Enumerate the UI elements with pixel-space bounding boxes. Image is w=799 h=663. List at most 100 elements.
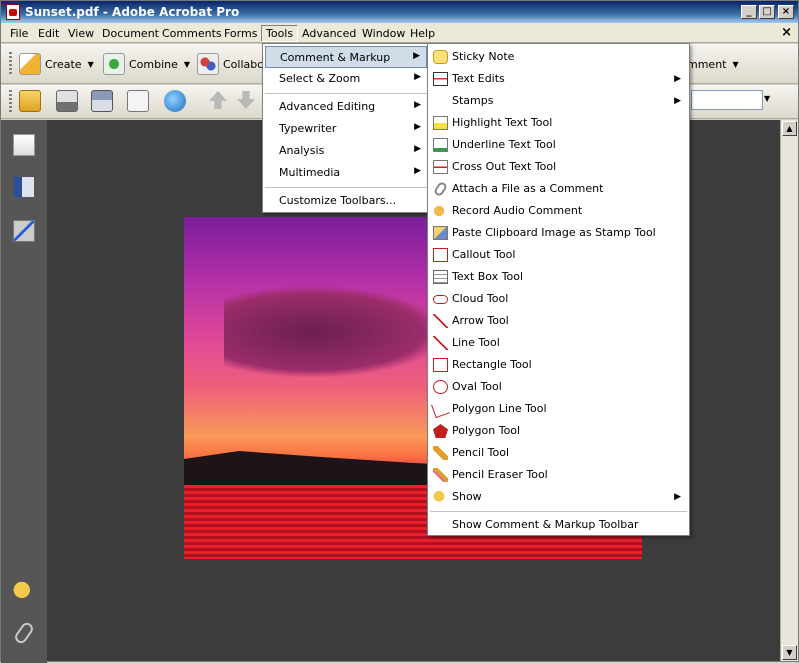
submenu-pencil-eraser[interactable]: Pencil Eraser Tool: [430, 464, 687, 486]
attachments-paperclip-icon[interactable]: [12, 620, 36, 646]
tools-menu-item-label: Analysis: [279, 144, 325, 157]
tools-menu-comment-markup[interactable]: Comment & Markup ▶: [265, 46, 427, 68]
print-icon[interactable]: [56, 90, 78, 112]
scroll-up-icon[interactable]: ▲: [782, 121, 797, 136]
chevron-right-icon: ▶: [414, 144, 421, 154]
close-document-icon[interactable]: ×: [781, 25, 792, 40]
submenu-show[interactable]: Show ▶: [430, 486, 687, 508]
submenu-line[interactable]: Line Tool: [430, 332, 687, 354]
submenu-text-box[interactable]: Text Box Tool: [430, 266, 687, 288]
find-input[interactable]: [691, 90, 763, 110]
next-page-icon[interactable]: [237, 91, 255, 109]
submenu-rectangle[interactable]: Rectangle Tool: [430, 354, 687, 376]
menu-tools[interactable]: Tools: [261, 25, 299, 42]
submenu-paste-stamp[interactable]: Paste Clipboard Image as Stamp Tool: [430, 222, 687, 244]
submenu-record-audio[interactable]: Record Audio Comment: [430, 200, 687, 222]
submenu-item-label: Paste Clipboard Image as Stamp Tool: [452, 226, 656, 239]
menu-view[interactable]: View: [63, 25, 99, 42]
submenu-cross-out-text[interactable]: Cross Out Text Tool: [430, 156, 687, 178]
oval-icon: [433, 380, 448, 394]
chevron-down-icon: ▼: [87, 59, 94, 69]
submenu-item-label: Polygon Tool: [452, 424, 521, 437]
tools-menu-multimedia[interactable]: Multimedia ▶: [265, 162, 427, 184]
submenu-callout[interactable]: Callout Tool: [430, 244, 687, 266]
web-globe-icon[interactable]: [164, 90, 186, 112]
cloud-shape: [224, 287, 444, 377]
previous-page-icon[interactable]: [209, 91, 227, 109]
submenu-item-label: Underline Text Tool: [452, 138, 556, 151]
submenu-cloud[interactable]: Cloud Tool: [430, 288, 687, 310]
create-button[interactable]: Create ▼: [19, 52, 94, 76]
submenu-polygon[interactable]: Polygon Tool: [430, 420, 687, 442]
chevron-right-icon: ▶: [414, 72, 421, 82]
menu-file[interactable]: File: [5, 25, 33, 42]
menu-document[interactable]: Document: [97, 25, 164, 42]
submenu-item-label: Cloud Tool: [452, 292, 509, 305]
open-folder-icon[interactable]: [19, 90, 41, 112]
comments-panel-icon[interactable]: [13, 580, 35, 602]
close-button[interactable]: ×: [778, 5, 794, 19]
submenu-item-label: Cross Out Text Tool: [452, 160, 557, 173]
comment-markup-submenu: Sticky Note Text Edits ▶ Stamps ▶ Highli…: [427, 43, 690, 536]
menu-edit[interactable]: Edit: [33, 25, 64, 42]
menu-forms[interactable]: Forms: [219, 25, 262, 42]
polygon-icon: [433, 424, 448, 438]
tools-menu-select-zoom[interactable]: Select & Zoom ▶: [265, 68, 427, 90]
find-dropdown-icon[interactable]: ▼: [764, 94, 770, 103]
submenu-highlight-text[interactable]: Highlight Text Tool: [430, 112, 687, 134]
submenu-item-label: Show: [452, 490, 482, 503]
tools-menu-analysis[interactable]: Analysis ▶: [265, 140, 427, 162]
submenu-underline-text[interactable]: Underline Text Tool: [430, 134, 687, 156]
combine-button[interactable]: Combine ▼: [103, 52, 190, 76]
submenu-sticky-note[interactable]: Sticky Note: [430, 46, 687, 68]
submenu-attach-file[interactable]: Attach a File as a Comment: [430, 178, 687, 200]
toolbar-grip[interactable]: [9, 90, 12, 114]
submenu-stamps[interactable]: Stamps ▶: [430, 90, 687, 112]
text-box-icon: [433, 270, 448, 284]
menu-comments[interactable]: Comments: [157, 25, 227, 42]
signatures-icon[interactable]: [13, 220, 35, 242]
submenu-pencil[interactable]: Pencil Tool: [430, 442, 687, 464]
submenu-text-edits[interactable]: Text Edits ▶: [430, 68, 687, 90]
submenu-item-label: Polygon Line Tool: [452, 402, 547, 415]
chevron-right-icon: ▶: [674, 96, 681, 106]
menu-separator: [265, 93, 427, 94]
bookmarks-icon[interactable]: [13, 176, 35, 198]
chevron-right-icon: ▶: [674, 492, 681, 502]
menu-advanced[interactable]: Advanced: [297, 25, 361, 42]
submenu-oval[interactable]: Oval Tool: [430, 376, 687, 398]
menu-help[interactable]: Help: [405, 25, 440, 42]
minimize-button[interactable]: _: [741, 5, 757, 19]
collaborate-icon: [197, 53, 219, 75]
scroll-down-icon[interactable]: ▼: [782, 645, 797, 660]
submenu-item-label: Oval Tool: [452, 380, 502, 393]
toolbar-grip[interactable]: [9, 52, 12, 76]
tools-menu-advanced-editing[interactable]: Advanced Editing ▶: [265, 96, 427, 118]
submenu-item-label: Record Audio Comment: [452, 204, 583, 217]
comment-button[interactable]: mment ▼: [687, 52, 739, 76]
pencil-eraser-icon: [433, 468, 448, 482]
submenu-item-label: Highlight Text Tool: [452, 116, 553, 129]
tools-menu-item-label: Comment & Markup: [280, 51, 391, 64]
save-icon[interactable]: [91, 90, 113, 112]
submenu-show-toolbar[interactable]: Show Comment & Markup Toolbar: [430, 514, 687, 536]
collaborate-button[interactable]: Collabo: [197, 52, 264, 76]
submenu-polygon-line[interactable]: Polygon Line Tool: [430, 398, 687, 420]
submenu-item-label: Text Edits: [452, 72, 505, 85]
pdf-app-icon: [6, 4, 20, 20]
submenu-item-label: Arrow Tool: [452, 314, 509, 327]
maximize-button[interactable]: □: [759, 5, 775, 19]
show-icon: [433, 490, 448, 504]
vertical-scrollbar[interactable]: ▲ ▼: [780, 120, 798, 661]
pages-icon[interactable]: [13, 134, 35, 156]
email-icon[interactable]: [127, 90, 149, 112]
submenu-item-label: Line Tool: [452, 336, 500, 349]
window-title: Sunset.pdf - Adobe Acrobat Pro: [25, 5, 240, 19]
combine-icon: [103, 53, 125, 75]
tools-menu-customize-toolbars[interactable]: Customize Toolbars...: [265, 190, 427, 212]
menu-window[interactable]: Window: [357, 25, 410, 42]
submenu-item-label: Show Comment & Markup Toolbar: [452, 518, 639, 531]
tools-menu-typewriter[interactable]: Typewriter ▶: [265, 118, 427, 140]
submenu-arrow[interactable]: Arrow Tool: [430, 310, 687, 332]
chevron-down-icon: ▼: [732, 59, 739, 69]
